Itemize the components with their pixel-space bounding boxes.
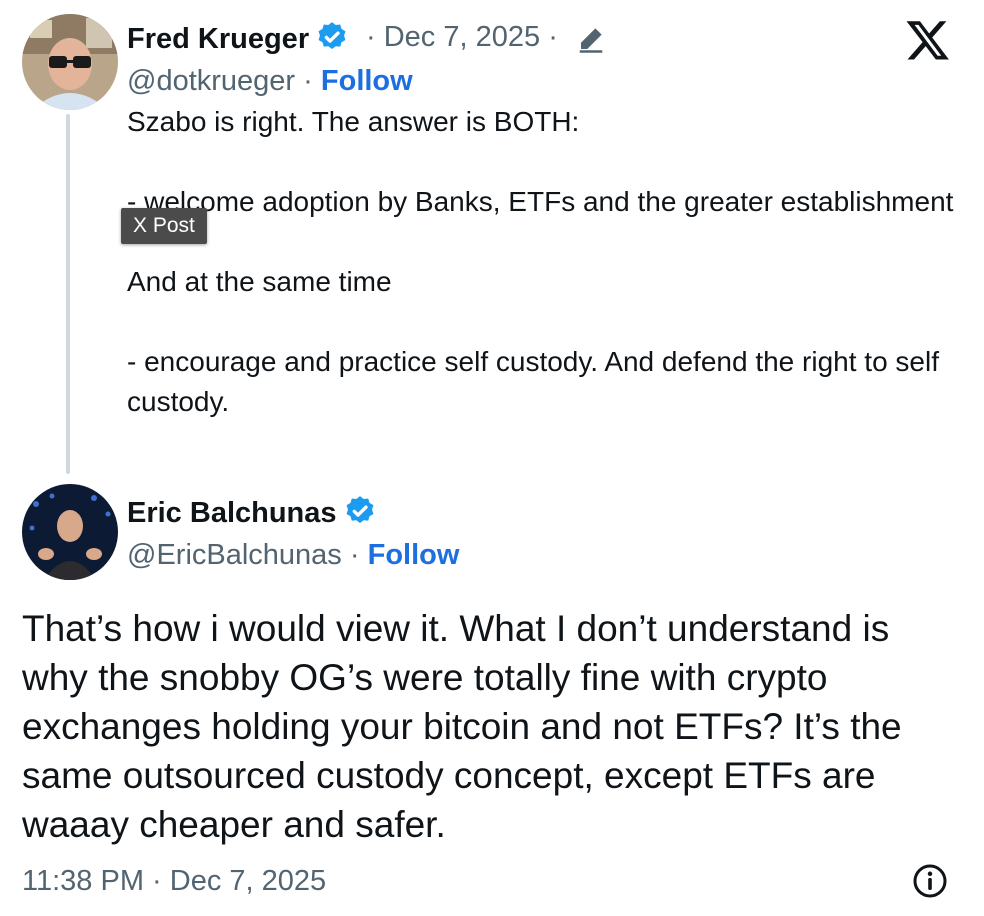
main-post-text: That’s how i would view it. What I don’t…: [22, 608, 902, 845]
main-handle-row: @EricBalchunas · Follow: [127, 538, 459, 572]
info-icon[interactable]: [912, 863, 948, 899]
follow-button-quoted[interactable]: Follow: [321, 65, 413, 97]
quoted-post-text: Szabo is right. The answer is BOTH: - we…: [127, 106, 954, 417]
verified-badge-icon: [318, 22, 346, 50]
main-author-name[interactable]: Eric Balchunas: [127, 497, 337, 529]
x-logo-icon[interactable]: [905, 17, 951, 63]
verified-badge-icon: [346, 496, 373, 524]
quoted-author-name[interactable]: Fred Krueger: [127, 23, 309, 55]
separator-dot: ·: [349, 539, 360, 571]
quoted-author-row: Fred Krueger: [127, 20, 349, 56]
separator-dot: ·: [366, 21, 376, 53]
x-post-tooltip: X Post: [121, 208, 207, 244]
post-timestamp[interactable]: 11:38 PM · Dec 7, 2025: [22, 864, 326, 898]
separator-dot: ·: [303, 65, 313, 97]
quoted-handle[interactable]: @dotkrueger: [127, 65, 295, 97]
thread-line: [66, 114, 70, 474]
follow-button-main[interactable]: Follow: [368, 539, 460, 571]
avatar-eric-balchunas[interactable]: [22, 484, 118, 580]
edit-pencil-icon: [579, 28, 603, 53]
quoted-handle-row: @dotkrueger · Follow: [127, 64, 413, 98]
quoted-date[interactable]: Dec 7, 2025: [384, 21, 540, 53]
avatar-fred-krueger[interactable]: [22, 14, 118, 110]
main-author-row: Eric Balchunas: [127, 494, 377, 530]
main-handle[interactable]: @EricBalchunas: [127, 539, 342, 571]
separator-dot: ·: [548, 21, 558, 53]
quoted-date-row: · Dec 7, 2025 ·: [366, 20, 558, 54]
